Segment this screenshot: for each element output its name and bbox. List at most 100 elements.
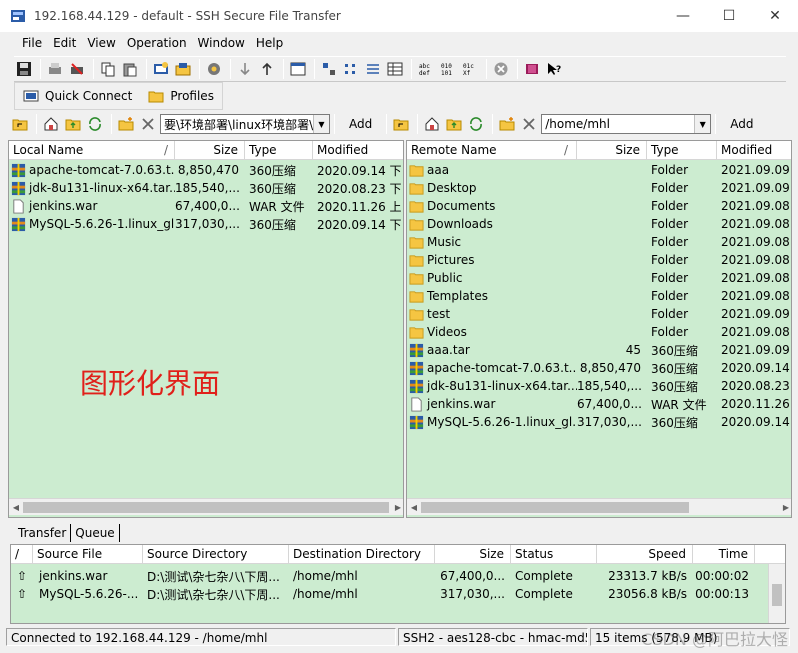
remote-add-button[interactable]: Add [720, 117, 763, 131]
local-file-row[interactable]: jdk-8u131-linux-x64.tar.... 185,540,... 36… [9, 179, 403, 197]
binary-mode-icon[interactable]: 010 101 [438, 59, 458, 79]
context-help-icon[interactable]: ? [544, 59, 564, 79]
tab-transfer[interactable]: Transfer [14, 524, 72, 542]
remote-parent-folder-icon[interactable] [444, 114, 464, 134]
remote-file-row[interactable]: apache-tomcat-7.0.63.t... 8,850,470 360压缩 2… [407, 359, 791, 377]
remote-file-row[interactable]: Desktop Folder 2021.09.09 [407, 179, 791, 197]
copy-icon[interactable] [98, 59, 118, 79]
transfer-row[interactable]: ⇧ jenkins.war D:\测试\杂七杂八\下周... /home/mhl 67,… [11, 567, 755, 585]
remote-file-row[interactable]: Music Folder 2021.09.08 [407, 233, 791, 251]
maximize-button[interactable]: ☐ [706, 0, 752, 32]
scrollbar-thumb[interactable] [772, 584, 782, 606]
print-icon[interactable] [45, 59, 65, 79]
ascii-mode-icon[interactable]: abc def [416, 59, 436, 79]
local-file-row[interactable]: apache-tomcat-7.0.63.t... 8,850,470 360压缩 2… [9, 161, 403, 179]
remote-file-row[interactable]: MySQL-5.6.26-1.linux_gl... 317,030,... 360… [407, 413, 791, 431]
local-col-name[interactable]: Local Name / [9, 141, 175, 159]
remote-file-row[interactable]: Templates Folder 2021.09.08 [407, 287, 791, 305]
transfer-vertical-scrollbar[interactable] [768, 564, 785, 623]
chevron-down-icon[interactable]: ▼ [313, 115, 329, 133]
remote-file-pane[interactable]: Remote Name / Size Type Modified aaa Folde… [406, 140, 792, 518]
transfer-col-source-file[interactable]: Source File [33, 545, 143, 563]
scroll-left-icon[interactable]: ◀ [409, 502, 419, 513]
remote-file-row[interactable]: Public Folder 2021.09.08 [407, 269, 791, 287]
new-file-transfer-icon[interactable] [173, 59, 193, 79]
remote-file-row[interactable]: Downloads Folder 2021.09.08 [407, 215, 791, 233]
settings-icon[interactable] [204, 59, 224, 79]
menu-view[interactable]: View [87, 36, 115, 50]
quick-connect-button[interactable]: Quick Connect [15, 83, 140, 109]
local-refresh-icon[interactable] [85, 114, 105, 134]
transfer-col-time[interactable]: Time [693, 545, 755, 563]
scrollbar-thumb[interactable] [23, 502, 389, 513]
remote-new-folder-icon[interactable] [497, 114, 517, 134]
list-view-icon[interactable] [363, 59, 383, 79]
local-file-row[interactable]: jenkins.war 67,400,0... WAR 文件 2020.11.26 上 [9, 197, 403, 215]
remote-col-type[interactable]: Type [647, 141, 717, 159]
local-file-row[interactable]: MySQL-5.6.26-1.linux_gl... 317,030,... 360… [9, 215, 403, 233]
chevron-down-icon[interactable]: ▼ [694, 115, 711, 133]
local-new-folder-icon[interactable] [116, 114, 136, 134]
transfer-col-speed[interactable]: Speed [597, 545, 693, 563]
scroll-right-icon[interactable]: ▶ [781, 502, 791, 513]
minimize-button[interactable]: — [660, 0, 706, 32]
transfer-col-source-dir[interactable]: Source Directory [143, 545, 289, 563]
remote-horizontal-scrollbar[interactable]: ◀ ▶ [407, 498, 791, 515]
local-horizontal-scrollbar[interactable]: ◀ ▶ [9, 498, 403, 515]
new-terminal-icon[interactable] [151, 59, 171, 79]
remote-file-row[interactable]: jenkins.war 67,400,0... WAR 文件 2020.11.26 [407, 395, 791, 413]
close-button[interactable]: ✕ [752, 0, 798, 32]
remote-file-row[interactable]: aaa Folder 2021.09.09 [407, 161, 791, 179]
menu-edit[interactable]: Edit [53, 36, 76, 50]
upload-icon[interactable] [257, 59, 277, 79]
small-icons-icon[interactable] [341, 59, 361, 79]
remote-up-folder-icon[interactable] [391, 114, 411, 134]
transfer-pane[interactable]: / Source File Source Directory Destinati… [10, 544, 786, 624]
local-home-icon[interactable] [41, 114, 61, 134]
local-path-combo[interactable]: 要\环境部署\linux环境部署\ ▼ [160, 114, 330, 134]
remote-col-size[interactable]: Size [577, 141, 647, 159]
transfer-col-status[interactable]: Status [511, 545, 597, 563]
scroll-right-icon[interactable]: ▶ [393, 502, 403, 513]
tab-queue[interactable]: Queue [71, 524, 120, 542]
large-icons-icon[interactable] [319, 59, 339, 79]
remote-col-name[interactable]: Remote Name / [407, 141, 577, 159]
menu-operation[interactable]: Operation [127, 36, 187, 50]
remote-col-modified[interactable]: Modified [717, 141, 791, 159]
transfer-col-direction[interactable]: / [11, 545, 33, 563]
remote-refresh-icon[interactable] [466, 114, 486, 134]
remote-file-row[interactable]: test Folder 2021.09.09 [407, 305, 791, 323]
transfer-row[interactable]: ⇧ MySQL-5.6.26-... D:\测试\杂七杂八\下周... /home/m… [11, 585, 755, 603]
local-col-modified[interactable]: Modified [313, 141, 403, 159]
local-col-size[interactable]: Size [175, 141, 245, 159]
local-col-type[interactable]: Type [245, 141, 313, 159]
remote-file-row[interactable]: Pictures Folder 2021.09.08 [407, 251, 791, 269]
local-add-button[interactable]: Add [339, 117, 382, 131]
menu-file[interactable]: File [22, 36, 42, 50]
menu-help[interactable]: Help [256, 36, 283, 50]
paste-icon[interactable] [120, 59, 140, 79]
scroll-left-icon[interactable]: ◀ [11, 502, 21, 513]
stop-icon[interactable] [491, 59, 511, 79]
save-icon[interactable] [14, 59, 34, 79]
menu-window[interactable]: Window [198, 36, 245, 50]
remote-path-combo[interactable]: /home/mhl ▼ [541, 114, 712, 134]
details-view-icon[interactable] [385, 59, 405, 79]
local-file-pane[interactable]: Local Name / Size Type Modified apache-to… [8, 140, 404, 518]
transfer-col-size[interactable]: Size [435, 545, 511, 563]
print-preview-icon[interactable] [67, 59, 87, 79]
window-layout-icon[interactable] [288, 59, 308, 79]
remote-file-row[interactable]: Videos Folder 2021.09.08 [407, 323, 791, 341]
remote-file-row[interactable]: Documents Folder 2021.09.08 [407, 197, 791, 215]
local-parent-folder-icon[interactable] [63, 114, 83, 134]
remote-home-icon[interactable] [422, 114, 442, 134]
local-up-folder-icon[interactable] [10, 114, 30, 134]
remote-file-row[interactable]: aaa.tar 45 360压缩 2021.09.09 [407, 341, 791, 359]
remote-file-row[interactable]: jdk-8u131-linux-x64.tar.... 185,540,... 36… [407, 377, 791, 395]
remote-delete-icon[interactable] [519, 114, 539, 134]
help-book-icon[interactable] [522, 59, 542, 79]
auto-mode-icon[interactable]: 01c Xf [460, 59, 480, 79]
download-icon[interactable] [235, 59, 255, 79]
profiles-button[interactable]: Profiles [140, 83, 222, 109]
scrollbar-thumb[interactable] [421, 502, 689, 513]
